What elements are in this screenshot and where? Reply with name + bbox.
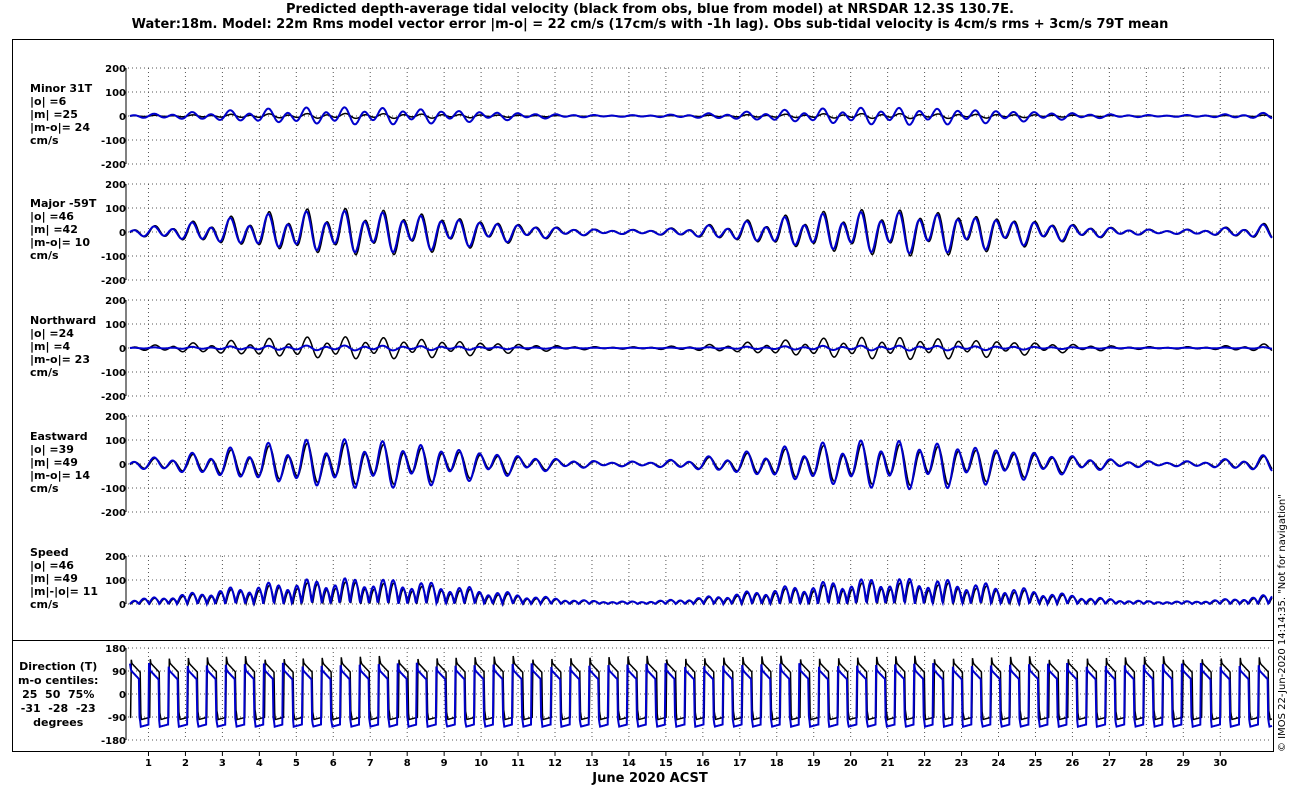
x-tick-label: 24 (992, 758, 1006, 769)
y-tick-label: -100 (101, 484, 126, 495)
x-tick-label: 28 (1139, 758, 1153, 769)
x-tick-label: 29 (1176, 758, 1190, 769)
x-tick-label: 15 (659, 758, 673, 769)
y-tick-label: -200 (101, 508, 126, 519)
y-tick-label: -100 (101, 136, 126, 147)
x-tick-label: 20 (844, 758, 858, 769)
y-tick-label: 90 (112, 667, 126, 678)
y-tick-label: 0 (119, 600, 126, 611)
x-tick-label: 18 (770, 758, 784, 769)
x-tick-label: 8 (404, 758, 411, 769)
y-tick-label: -200 (101, 160, 126, 171)
series-line-model (129, 577, 1273, 608)
y-tick-label: 100 (105, 88, 126, 99)
x-tick-label: 30 (1213, 758, 1227, 769)
x-tick-label: 3 (219, 758, 226, 769)
y-tick-label: 200 (105, 180, 126, 191)
x-tick-label: 26 (1065, 758, 1079, 769)
x-tick-label: 21 (881, 758, 895, 769)
y-tick-label: 100 (105, 576, 126, 587)
y-tick-label: 200 (105, 64, 126, 75)
x-tick-label: 10 (474, 758, 488, 769)
y-tick-label: -90 (108, 713, 126, 724)
x-tick-label: 13 (585, 758, 599, 769)
y-tick-label: 200 (105, 412, 126, 423)
x-axis-label: June 2020 ACST (592, 771, 708, 786)
x-tick-label: 7 (367, 758, 374, 769)
y-tick-label: 0 (119, 344, 126, 355)
y-tick-label: -100 (101, 252, 126, 263)
y-tick-label: 0 (119, 112, 126, 123)
x-tick-label: 25 (1029, 758, 1043, 769)
x-tick-label: 14 (622, 758, 636, 769)
y-tick-label: 100 (105, 204, 126, 215)
x-tick-label: 19 (807, 758, 821, 769)
tidal-velocity-chart: 2001000-100-2002001000-100-2002001000-10… (101, 64, 1273, 769)
y-tick-label: -200 (101, 276, 126, 287)
x-tick-label: 16 (696, 758, 710, 769)
y-tick-label: 200 (105, 296, 126, 307)
y-tick-label: 100 (105, 436, 126, 447)
y-tick-label: 200 (105, 552, 126, 563)
y-tick-label: -100 (101, 368, 126, 379)
y-tick-label: -200 (101, 392, 126, 403)
x-tick-label: 23 (955, 758, 969, 769)
x-tick-label: 1 (145, 758, 152, 769)
x-tick-label: 5 (293, 758, 300, 769)
y-tick-label: 0 (119, 690, 126, 701)
x-tick-label: 22 (918, 758, 932, 769)
x-tick-label: 11 (511, 758, 525, 769)
x-tick-label: 2 (182, 758, 189, 769)
copyright-footer: © IMOS 22-Jun-2020 14:14:35. "Not for na… (1277, 494, 1288, 752)
y-tick-label: 0 (119, 228, 126, 239)
x-tick-label: 6 (330, 758, 337, 769)
x-tick-label: 17 (733, 758, 747, 769)
y-tick-label: 180 (105, 644, 126, 655)
y-tick-label: -180 (101, 736, 126, 747)
x-tick-label: 12 (548, 758, 562, 769)
y-tick-label: 100 (105, 320, 126, 331)
x-tick-label: 27 (1102, 758, 1116, 769)
x-tick-label: 4 (256, 758, 263, 769)
y-tick-label: 0 (119, 460, 126, 471)
x-tick-label: 9 (441, 758, 448, 769)
